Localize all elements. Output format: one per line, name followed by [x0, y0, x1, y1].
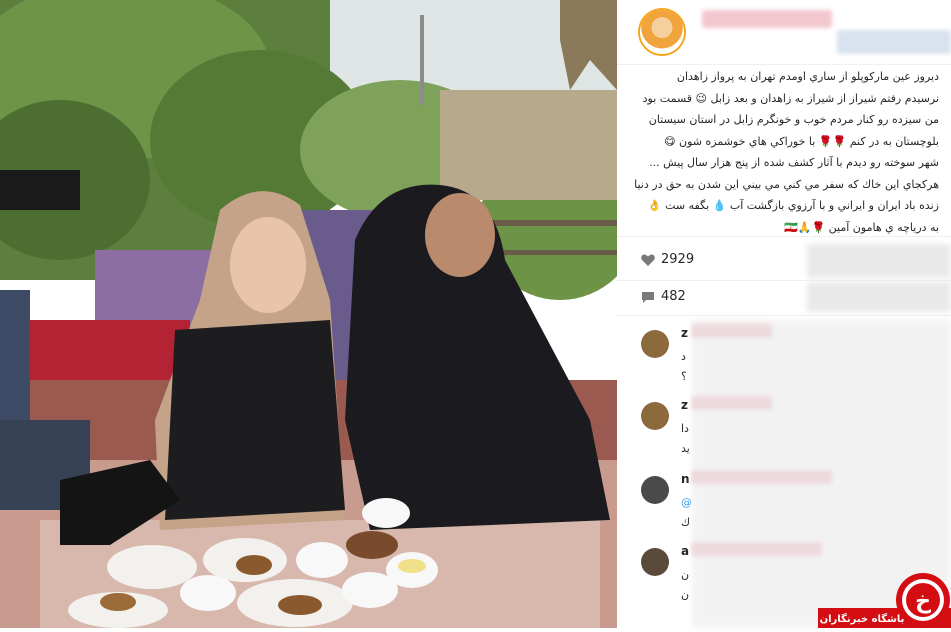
commenter-avatar[interactable] — [641, 476, 669, 504]
author-username-blurred[interactable] — [702, 10, 832, 28]
liked-by-avatars-blurred — [807, 244, 951, 278]
caption-line: بلوچستان به در كنم 🌹🌹 با خوراكي هاي خوشم… — [664, 134, 939, 148]
comments-count: 482 — [661, 289, 686, 304]
caption-line: ديروز عين ماركوپلو از ساري اومدم تهران ب… — [676, 70, 939, 83]
commenter-name[interactable]: z — [681, 398, 688, 412]
follow-area-blurred — [837, 30, 951, 54]
author-avatar[interactable] — [640, 10, 684, 54]
comment-text: ك — [681, 516, 691, 529]
commenter-avatar[interactable] — [641, 548, 669, 576]
commenter-name[interactable]: n — [681, 472, 690, 486]
comment-text: د — [681, 350, 686, 363]
watermark-glyph: خ — [915, 589, 931, 614]
divider — [617, 236, 951, 237]
likes-count: 2929 — [661, 252, 695, 267]
post-side-panel: ديروز عين ماركوپلو از ساري اومدم تهران ب… — [617, 0, 951, 628]
comment-mention[interactable]: @ — [681, 496, 692, 509]
watermark-label: باشگاه خبرنگاران — [820, 612, 905, 625]
commenter-avatar[interactable] — [641, 330, 669, 358]
post-image — [0, 0, 617, 628]
commenters-blurred — [807, 282, 951, 312]
post-photo[interactable] — [0, 0, 617, 628]
watermark-badge-icon: خ باشگاه خبرنگاران — [818, 573, 951, 628]
divider — [617, 280, 951, 281]
comment-text: ن — [681, 568, 690, 581]
watermark-logo: خ باشگاه خبرنگاران — [818, 570, 951, 628]
comment-text: يد — [681, 442, 690, 455]
caption-line: به درياچه ي هامون آمين 🌹🙏🇮🇷 — [784, 220, 939, 234]
caption-line: هركجاي اين خاك كه سفر مي كني مي بيني اين… — [634, 177, 939, 191]
commenter-name[interactable]: z — [681, 326, 688, 340]
comments-row[interactable]: 482 — [641, 289, 686, 304]
post-header — [617, 0, 951, 65]
caption-line: زنده باد ايران و ايراني و با آرزوي بازگش… — [647, 199, 939, 212]
comment-text: ؟ — [681, 370, 687, 383]
caption-line: نرسيدم رفتم شيراز از شيراز به زاهدان و ب… — [642, 91, 939, 105]
caption-line: شهر سوخته رو ديدم با آثار كشف شده از پنج… — [649, 156, 939, 169]
comment-bubble-icon[interactable] — [641, 291, 655, 303]
comment-text: دا — [681, 422, 689, 435]
likes-row[interactable]: 2929 — [641, 252, 694, 267]
commenter-avatar[interactable] — [641, 402, 669, 430]
heart-icon[interactable] — [641, 254, 655, 266]
commenter-name[interactable]: a — [681, 544, 689, 558]
comment-text: ن — [681, 588, 690, 601]
caption-line: من سيزده رو كنار مردم خوب و خونگرم زابل … — [648, 113, 939, 126]
divider — [617, 315, 951, 316]
post-caption: ديروز عين ماركوپلو از ساري اومدم تهران ب… — [634, 66, 939, 238]
